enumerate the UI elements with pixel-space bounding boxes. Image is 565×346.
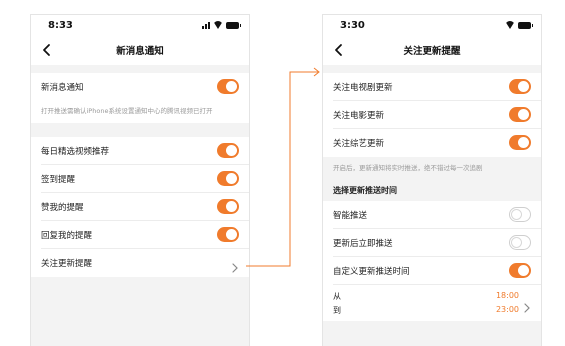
setting-label: 关注电影更新: [333, 111, 385, 121]
setting-row-instant-push: 更新后立即推送: [323, 229, 541, 257]
toggle-switch[interactable]: [509, 135, 531, 150]
status-time: 3:30: [340, 20, 365, 31]
wifi-icon: [505, 21, 515, 29]
setting-label: 回复我的提醒: [41, 231, 93, 241]
toggle-knob: [226, 201, 237, 212]
wifi-icon: [213, 21, 223, 29]
from-time-value: 18:00: [495, 291, 519, 300]
setting-row-movie-updates: 关注电影更新: [323, 101, 541, 129]
setting-label: 关注更新提醒: [41, 259, 93, 269]
setting-row-smart-push: 智能推送: [323, 201, 541, 229]
toggle-knob: [226, 145, 237, 156]
status-bar: 8:33: [31, 15, 249, 35]
setting-label: 关注综艺更新: [333, 139, 385, 149]
toggle-knob: [226, 229, 237, 240]
toggle-switch[interactable]: [509, 107, 531, 122]
page-title: 新消息通知: [116, 46, 164, 57]
status-icons: [505, 21, 533, 29]
toggle-knob: [511, 209, 522, 220]
nav-bar: 新消息通知: [31, 35, 249, 65]
toggle-switch[interactable]: [217, 171, 239, 186]
toggle-knob: [518, 137, 529, 148]
toggle-switch[interactable]: [509, 207, 531, 222]
nav-bar: 关注更新提醒: [323, 35, 541, 65]
hint-text: 开启后，更新通知将实时推送，绝不错过每一次追剧: [333, 164, 483, 172]
to-time-value: 23:00: [495, 305, 519, 314]
toggle-knob: [511, 237, 522, 248]
to-label: 到: [333, 306, 341, 315]
status-icons: [202, 21, 241, 29]
toggle-switch[interactable]: [217, 143, 239, 158]
toggle-knob: [226, 81, 237, 92]
setting-label: 赞我的提醒: [41, 203, 84, 213]
setting-row-likes: 赞我的提醒: [31, 193, 249, 221]
chevron-right-icon: [231, 258, 239, 273]
time-range-picker[interactable]: 从 到 18:00 23:00: [323, 285, 541, 321]
toggle-switch[interactable]: [217, 79, 239, 94]
toggle-switch[interactable]: [509, 79, 531, 94]
setting-label: 新消息通知: [41, 83, 84, 93]
battery-icon: [518, 22, 533, 29]
right-phone-screen: 3:30 关注更新提醒 关注电视剧更新 关注电影更新 关注综艺更新 开启后，更新…: [322, 14, 542, 346]
left-phone-screen: 8:33 新消息通知 新消息通知 打开推送需确认iPhone系统设置通知中心的腾…: [30, 14, 250, 346]
setting-row-daily-picks: 每日精选视频推荐: [31, 137, 249, 165]
status-time: 8:33: [48, 20, 73, 31]
battery-icon: [226, 22, 241, 29]
page-title: 关注更新提醒: [403, 46, 461, 57]
setting-row-variety-updates: 关注综艺更新: [323, 129, 541, 157]
setting-label: 更新后立即推送: [333, 239, 393, 249]
hint-text: 打开推送需确认iPhone系统设置通知中心的腾讯视频已打开: [41, 107, 213, 115]
section-title: 选择更新推送时间: [333, 186, 397, 195]
setting-label: 智能推送: [333, 211, 368, 221]
setting-row-checkin: 签到提醒: [31, 165, 249, 193]
setting-label: 自定义更新推送时间: [333, 267, 410, 277]
toggle-switch[interactable]: [509, 235, 531, 250]
setting-label: 每日精选视频推荐: [41, 147, 110, 157]
toggle-knob: [518, 265, 529, 276]
signal-icon: [202, 21, 210, 29]
hint-row: 打开推送需确认iPhone系统设置通知中心的腾讯视频已打开: [31, 101, 249, 123]
status-bar: 3:30: [323, 15, 541, 35]
setting-row-new-message: 新消息通知: [31, 73, 249, 101]
toggle-knob: [518, 81, 529, 92]
setting-row-follow-updates[interactable]: 关注更新提醒: [31, 249, 249, 277]
toggle-knob: [226, 173, 237, 184]
toggle-switch[interactable]: [509, 263, 531, 278]
toggle-switch[interactable]: [217, 227, 239, 242]
setting-row-replies: 回复我的提醒: [31, 221, 249, 249]
setting-label: 签到提醒: [41, 175, 76, 185]
from-label: 从: [333, 292, 341, 301]
toggle-switch[interactable]: [217, 199, 239, 214]
setting-row-custom-time: 自定义更新推送时间: [323, 257, 541, 285]
setting-row-tv-updates: 关注电视剧更新: [323, 73, 541, 101]
toggle-knob: [518, 109, 529, 120]
setting-label: 关注电视剧更新: [333, 83, 393, 93]
chevron-right-icon: [523, 298, 531, 313]
